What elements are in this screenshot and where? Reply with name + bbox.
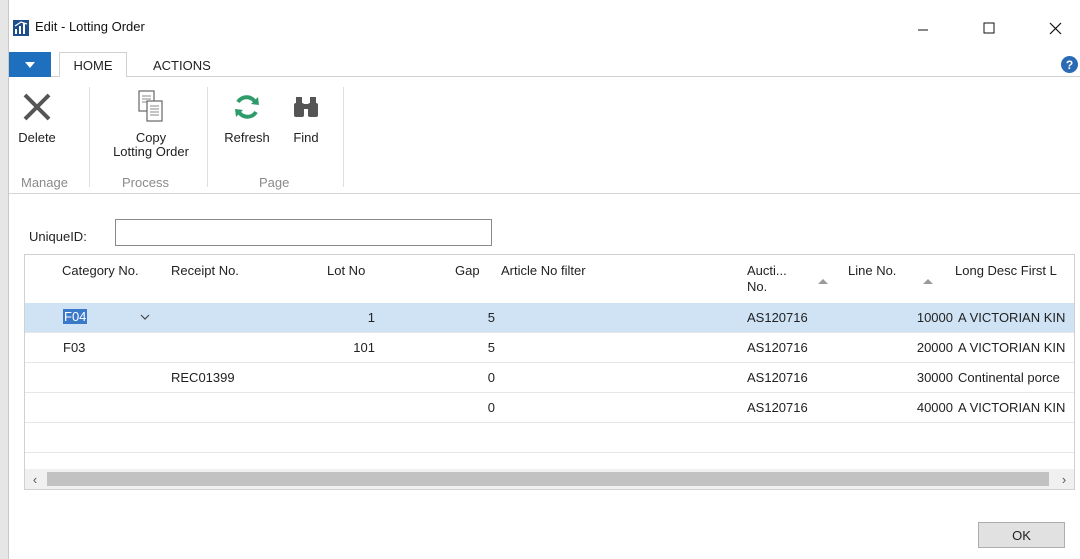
background-window-edge [0, 0, 9, 559]
long-desc-cell[interactable]: A VICTORIAN KIN [958, 340, 1074, 355]
binoculars-icon [286, 85, 326, 129]
unique-id-input[interactable] [115, 219, 492, 246]
gap-cell[interactable]: 5 [445, 340, 495, 355]
title-bar: Edit - Lotting Order [9, 0, 1080, 52]
minimize-button[interactable] [900, 12, 946, 44]
lot-no-cell[interactable]: 1 [305, 310, 375, 325]
refresh-button[interactable]: Refresh [221, 85, 273, 145]
auction-no-cell[interactable]: AS120716 [747, 310, 808, 325]
line-no-cell[interactable]: 40000 [883, 400, 953, 415]
header-line-no[interactable]: Line No. [848, 263, 896, 279]
line-no-cell[interactable]: 30000 [883, 370, 953, 385]
copy-lotting-order-button[interactable]: Copy Lotting Order [106, 85, 196, 159]
sort-ascending-icon [818, 279, 828, 284]
copy-document-icon [131, 85, 171, 129]
dialog-window: Edit - Lotting Order HOME ACTIONS ? Dele… [9, 0, 1080, 559]
close-button[interactable] [1032, 12, 1078, 44]
lines-grid: Category No. Receipt No. Lot No Gap Arti… [24, 254, 1075, 490]
group-separator [207, 87, 208, 187]
header-lot-no[interactable]: Lot No [327, 263, 365, 279]
maximize-button[interactable] [966, 12, 1012, 44]
scroll-left-icon[interactable]: ‹ [25, 469, 45, 489]
grid-header: Category No. Receipt No. Lot No Gap Arti… [25, 255, 1074, 303]
find-label: Find [293, 130, 319, 145]
group-label-process: Process [122, 175, 169, 190]
gap-cell[interactable]: 0 [445, 400, 495, 415]
window-title: Edit - Lotting Order [35, 19, 145, 34]
copy-label-line2: Lotting Order [113, 144, 189, 159]
table-row[interactable]: REC01399 0 AS120716 30000 Continental po… [25, 363, 1074, 393]
table-row[interactable]: F03 101 5 AS120716 20000 A VICTORIAN KIN [25, 333, 1074, 363]
group-label-page: Page [259, 175, 290, 190]
copy-label-line1: Copy [135, 130, 167, 145]
new-line-row[interactable] [25, 423, 1074, 453]
long-desc-cell[interactable]: A VICTORIAN KIN [958, 400, 1074, 415]
tab-home[interactable]: HOME [59, 52, 127, 78]
delete-label: Delete [18, 130, 56, 145]
chevron-down-icon[interactable] [139, 311, 151, 323]
ok-button[interactable]: OK [978, 522, 1065, 548]
ribbon-tab-row: HOME ACTIONS ? [9, 52, 1080, 78]
table-row[interactable]: F04 1 5 AS120716 10000 A VICTORIAN KIN [25, 303, 1074, 333]
delete-icon [17, 85, 57, 129]
auction-no-cell[interactable]: AS120716 [747, 370, 808, 385]
receipt-no-cell[interactable]: REC01399 [171, 370, 235, 385]
header-auction-no[interactable]: Aucti... No. [747, 263, 787, 295]
tab-actions[interactable]: ACTIONS [141, 52, 223, 78]
gap-cell[interactable]: 5 [445, 310, 495, 325]
header-article-no-filter[interactable]: Article No filter [501, 263, 586, 279]
category-no-value: F04 [63, 309, 88, 324]
minimize-icon [918, 29, 928, 31]
lot-no-cell[interactable]: 101 [305, 340, 375, 355]
app-logo-icon [13, 20, 29, 36]
long-desc-cell[interactable]: A VICTORIAN KIN [958, 310, 1074, 325]
header-long-desc[interactable]: Long Desc First L [955, 263, 1057, 279]
find-button[interactable]: Find [288, 85, 324, 145]
gap-cell[interactable]: 0 [445, 370, 495, 385]
maximize-icon [983, 22, 995, 34]
header-auction-line1: Aucti... [747, 263, 787, 278]
refresh-icon [227, 85, 267, 129]
scrollbar-thumb[interactable] [47, 472, 1049, 486]
group-label-manage: Manage [21, 175, 68, 190]
table-row[interactable]: 0 AS120716 40000 A VICTORIAN KIN [25, 393, 1074, 423]
close-icon [1049, 22, 1061, 34]
application-menu-button[interactable] [9, 52, 51, 77]
line-no-cell[interactable]: 10000 [883, 310, 953, 325]
help-icon[interactable]: ? [1061, 56, 1078, 73]
header-gap[interactable]: Gap [455, 263, 480, 279]
line-no-cell[interactable]: 20000 [883, 340, 953, 355]
delete-button[interactable]: Delete [17, 85, 57, 145]
caret-down-icon [25, 61, 35, 68]
header-category-no[interactable]: Category No. [62, 263, 139, 279]
long-desc-cell[interactable]: Continental porce [958, 370, 1074, 385]
refresh-label: Refresh [224, 130, 270, 145]
auction-no-cell[interactable]: AS120716 [747, 340, 808, 355]
horizontal-scrollbar[interactable]: ‹ › [25, 469, 1074, 489]
header-auction-line2: No. [747, 279, 768, 294]
header-receipt-no[interactable]: Receipt No. [171, 263, 239, 279]
sort-ascending-icon [923, 279, 933, 284]
group-separator [343, 87, 344, 187]
group-separator [89, 87, 90, 187]
scroll-right-icon[interactable]: › [1054, 469, 1074, 489]
category-no-dropdown[interactable]: F04 [51, 306, 162, 330]
auction-no-cell[interactable]: AS120716 [747, 400, 808, 415]
category-no-cell[interactable]: F03 [63, 340, 85, 355]
unique-id-label: UniqueID: [29, 229, 87, 244]
ribbon: Delete Copy Lotting Order Refresh Find M… [9, 77, 1080, 194]
